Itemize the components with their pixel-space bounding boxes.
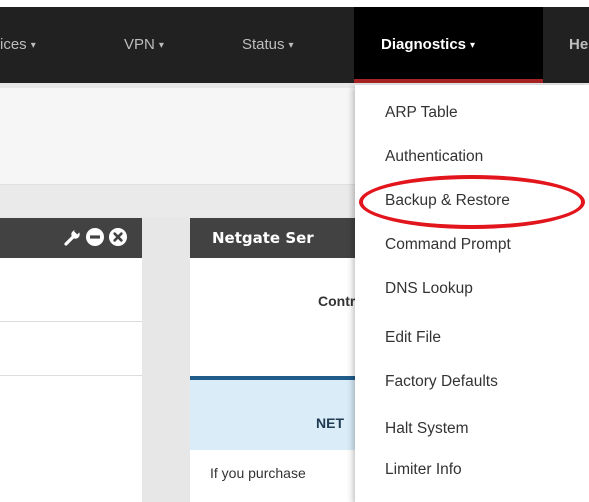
- diagnostics-dropdown-menu: ARP Table Authentication Backup & Restor…: [355, 85, 589, 502]
- chevron-down-icon: ▾: [470, 40, 476, 51]
- nav-item-label: Status: [242, 36, 285, 53]
- top-navbar: ices ▾ VPN ▾ Status ▾ Diagnostics ▾ He: [0, 7, 589, 83]
- nav-item-label: Diagnostics: [381, 36, 467, 53]
- chevron-down-icon: ▾: [158, 40, 164, 51]
- nav-item-label: VPN: [124, 36, 155, 53]
- menu-item-factory-defaults[interactable]: Factory Defaults: [385, 371, 498, 393]
- menu-item-edit-file[interactable]: Edit File: [385, 327, 441, 349]
- nav-item-help[interactable]: He: [569, 7, 588, 83]
- net-label: NET: [316, 415, 344, 431]
- chevron-down-icon: ▾: [288, 40, 294, 51]
- nav-item-diagnostics[interactable]: Diagnostics ▾: [354, 7, 543, 83]
- nav-item-vpn[interactable]: VPN ▾: [124, 7, 164, 83]
- close-circle-icon[interactable]: [108, 227, 128, 247]
- nav-item-label: He: [569, 36, 589, 53]
- menu-item-dns-lookup[interactable]: DNS Lookup: [385, 278, 473, 300]
- nav-item-services[interactable]: ices ▾: [0, 7, 36, 83]
- wrench-icon[interactable]: [62, 227, 82, 247]
- menu-item-halt-system[interactable]: Halt System: [385, 418, 469, 440]
- menu-item-limiter-info[interactable]: Limiter Info: [385, 459, 462, 481]
- left-panel-header: [0, 218, 142, 258]
- menu-item-arp-table[interactable]: ARP Table: [385, 102, 458, 124]
- nav-item-status[interactable]: Status ▾: [242, 7, 294, 83]
- menu-item-authentication[interactable]: Authentication: [385, 146, 483, 168]
- left-widget-panel: [0, 218, 142, 502]
- menu-item-command-prompt[interactable]: Command Prompt: [385, 234, 511, 256]
- minus-circle-icon[interactable]: [85, 227, 105, 247]
- left-panel-row: [0, 322, 142, 376]
- top-border: [0, 0, 589, 7]
- chevron-down-icon: ▾: [30, 40, 36, 51]
- left-panel-row: [0, 258, 142, 322]
- panel-body-text: If you purchase: [210, 465, 306, 481]
- highlight-ellipse-annotation: [359, 175, 585, 229]
- nav-item-label: ices: [0, 36, 27, 53]
- contract-label: Contr: [318, 293, 356, 309]
